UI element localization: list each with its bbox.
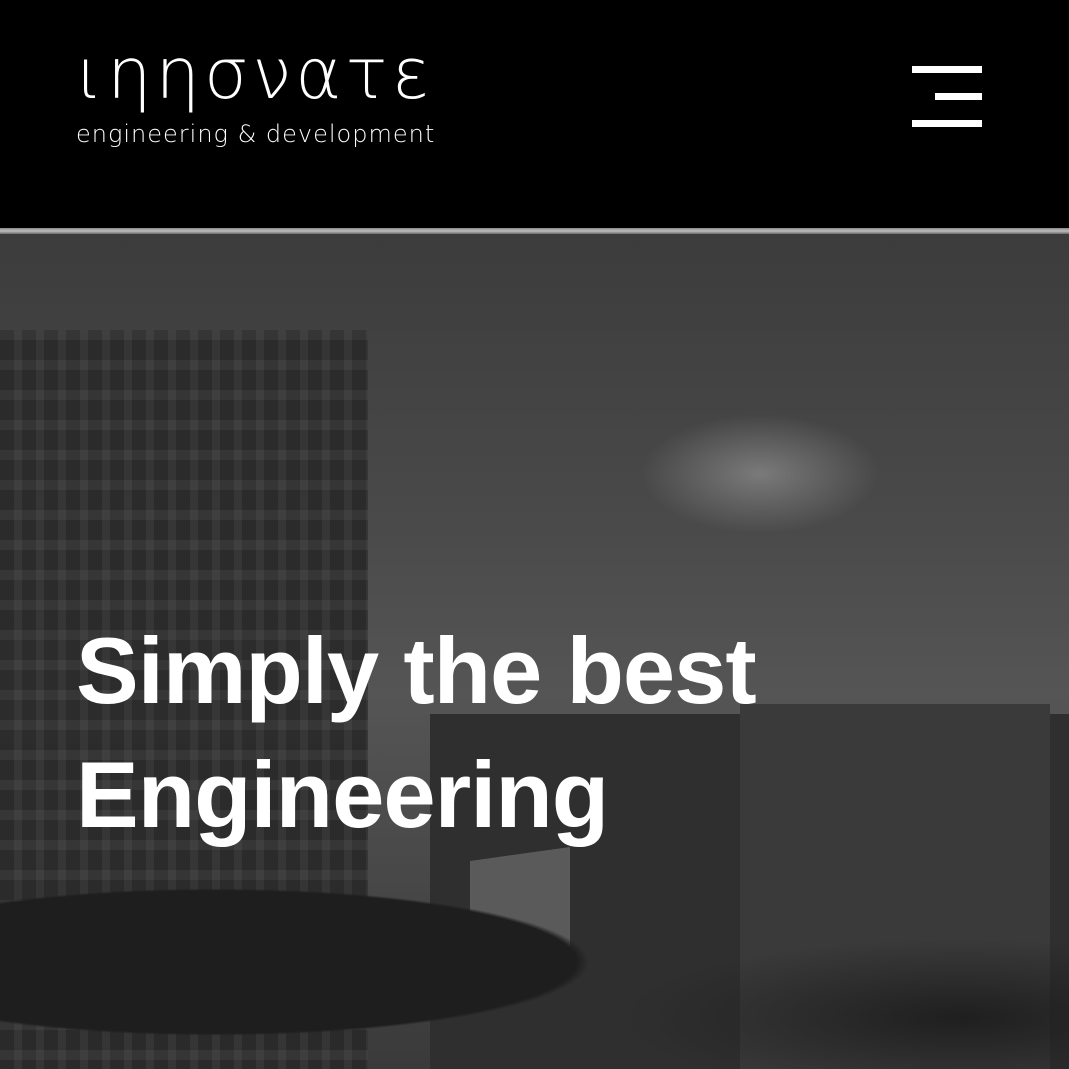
logo-wordmark: ιηησνατε bbox=[76, 33, 434, 115]
logo-tagline: engineering & development bbox=[76, 120, 436, 148]
headline-line-1: Simply the best bbox=[76, 618, 757, 723]
headline-line-2: Engineering bbox=[76, 742, 609, 847]
site-header: ιηησνατε engineering & development bbox=[0, 0, 1069, 228]
hamburger-menu-icon[interactable] bbox=[906, 60, 988, 134]
hero-background-image bbox=[640, 414, 880, 534]
hero-section: Simply the best Engineering bbox=[0, 234, 1069, 1069]
hero-headline: Simply the best Engineering bbox=[76, 609, 757, 857]
logo[interactable]: ιηησνατε engineering & development bbox=[76, 34, 435, 148]
